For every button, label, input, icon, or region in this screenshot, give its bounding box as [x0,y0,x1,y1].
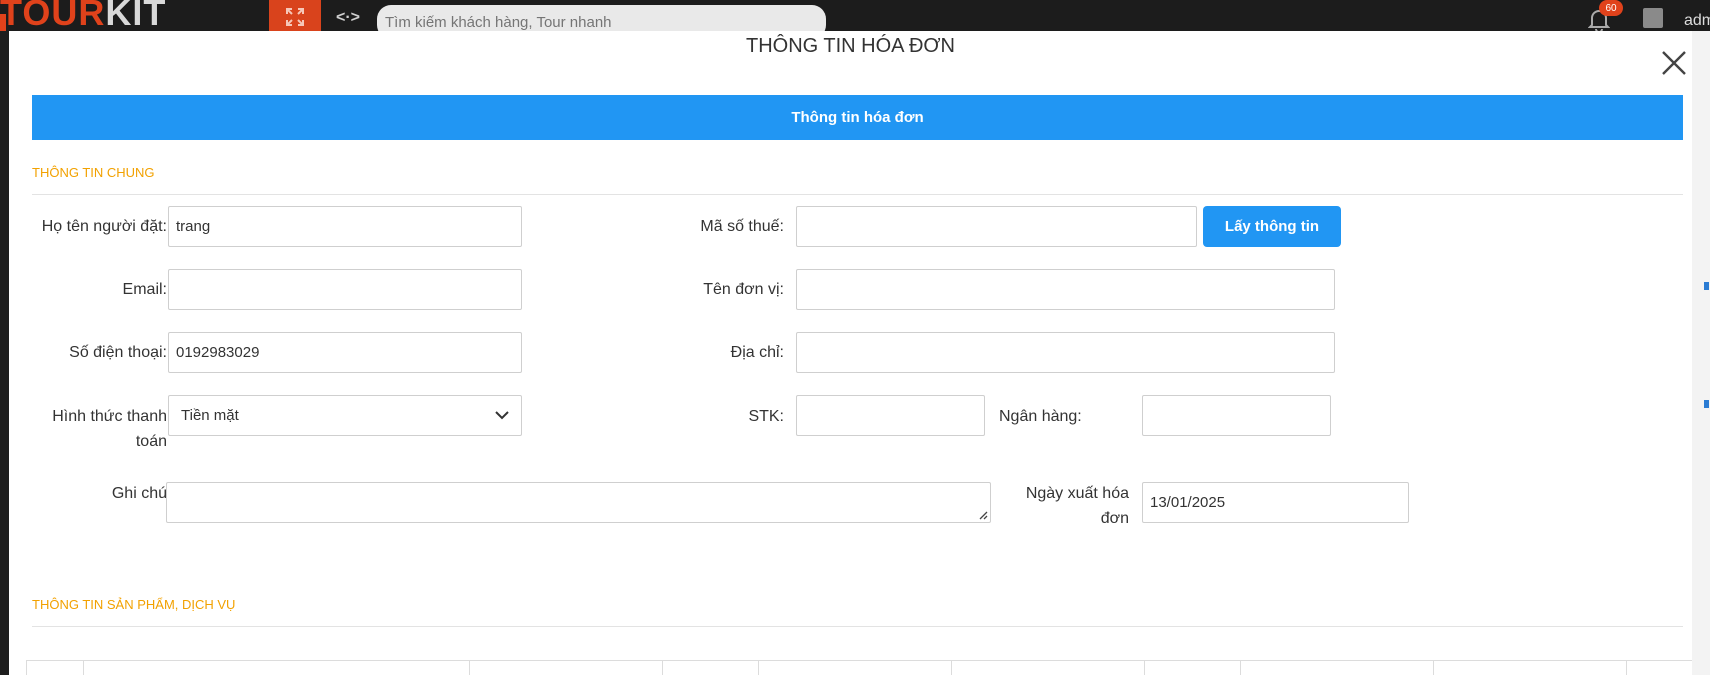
invoice-date-label-line2: đơn [1100,510,1129,527]
app-logo[interactable]: TOURKIT [0,0,167,33]
table-header-cell [1627,661,1692,675]
section-divider [32,626,1683,627]
table-header-cell [663,661,759,675]
table-header-cell [470,661,663,675]
table-header-cell [27,661,84,675]
bank-input[interactable] [1142,395,1331,436]
logo-tour-text: TOUR [0,0,106,33]
chevron-down-icon [495,411,509,420]
swap-arrows-icon[interactable]: <·> [336,9,360,27]
fetch-info-button[interactable]: Lấy thông tin [1203,206,1341,247]
payment-method-select[interactable]: Tiền mặt [168,395,522,436]
payment-method-selected-value: Tiền mặt [181,407,239,424]
close-icon[interactable] [1659,48,1689,78]
products-table-header [26,660,1692,675]
phone-input[interactable] [168,332,522,373]
table-header-cell [1241,661,1434,675]
bank-label: Ngân hàng: [999,408,1082,425]
tax-code-label: Mã số thuế: [700,218,784,235]
section-divider [32,194,1683,195]
resize-grip-icon[interactable] [978,510,988,520]
payment-method-label-line1: Hình thức thanh [52,408,167,425]
table-header-cell [1145,661,1241,675]
account-number-label: STK: [748,408,784,425]
section-title-products: THÔNG TIN SẢN PHẨM, DỊCH VỤ [32,597,236,612]
background-left-strip [0,31,9,675]
phone-label: Số điện thoại: [69,344,167,361]
fullscreen-button[interactable] [269,0,321,34]
invoice-date-input[interactable] [1142,482,1409,523]
section-title-general: THÔNG TIN CHUNG [32,165,155,180]
invoice-date-label-line1: Ngày xuất hóa [1025,485,1129,502]
email-input[interactable] [168,269,522,310]
modal-title: THÔNG TIN HÓA ĐƠN [745,35,955,57]
logo-kit-text: KIT [105,0,167,33]
table-header-cell [952,661,1145,675]
background-right-strip [1692,31,1710,675]
payment-method-label: Hình thức thanh toán [26,404,167,454]
expand-icon [286,8,304,26]
account-number-input[interactable] [796,395,985,436]
company-name-label: Tên đơn vị: [703,281,784,298]
email-label: Email: [122,281,167,298]
invoice-info-modal: THÔNG TIN HÓA ĐƠN Thông tin hóa đơn THÔN… [9,31,1692,675]
table-header-cell [84,661,470,675]
user-name-label[interactable]: adm [1684,12,1710,30]
table-header-cell [759,661,952,675]
background-marker [1704,400,1709,408]
tab-invoice-info[interactable]: Thông tin hóa đơn [32,95,1683,140]
booker-name-input[interactable] [168,206,522,247]
tax-code-input[interactable] [796,206,1197,247]
address-input[interactable] [796,332,1335,373]
invoice-date-label: Ngày xuất hóa đơn [999,481,1129,531]
note-textarea[interactable] [166,482,991,523]
booker-name-label: Họ tên người đặt: [41,218,167,235]
payment-method-label-line2: toán [135,433,167,450]
user-avatar[interactable] [1643,8,1663,28]
background-marker [1704,282,1709,290]
table-header-cell [1434,661,1627,675]
company-name-input[interactable] [796,269,1335,310]
notification-count-badge: 60 [1599,0,1623,16]
address-label: Địa chỉ: [730,344,784,361]
note-label: Ghi chú [111,485,167,502]
